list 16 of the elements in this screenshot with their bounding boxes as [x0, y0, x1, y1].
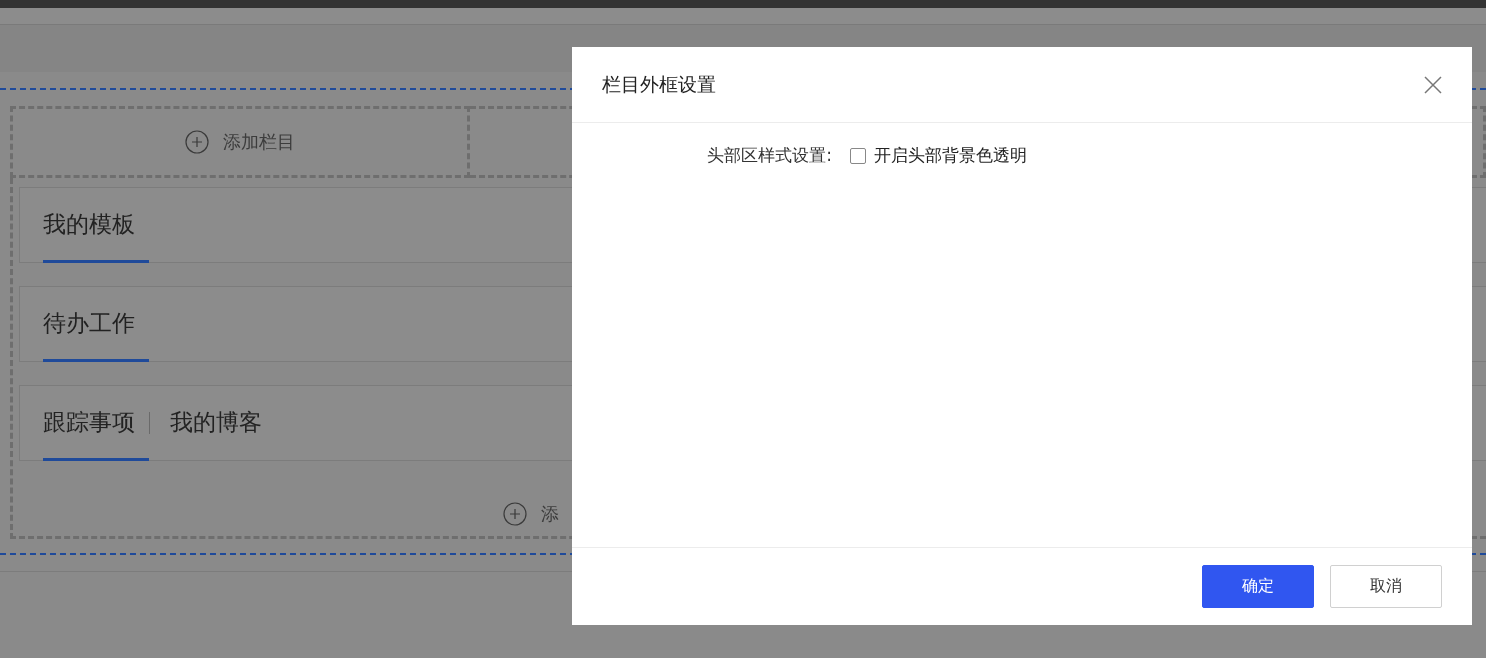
- column-tab[interactable]: 我的模板: [43, 188, 149, 263]
- checkbox-label[interactable]: 开启头部背景色透明: [874, 144, 1027, 167]
- plus-circle-icon: [185, 130, 209, 154]
- dialog-title: 栏目外框设置: [602, 71, 716, 97]
- column-tab[interactable]: 待办工作: [43, 287, 149, 362]
- cancel-button[interactable]: 取消: [1330, 565, 1442, 608]
- add-column-area[interactable]: 添加栏目: [10, 106, 470, 178]
- column-tab[interactable]: 跟踪事项: [43, 386, 149, 461]
- close-icon[interactable]: [1424, 75, 1442, 94]
- column-tab[interactable]: 我的博客: [170, 386, 262, 461]
- add-column-label: 添加栏目: [223, 130, 295, 154]
- checkbox[interactable]: [850, 147, 866, 164]
- plus-circle-icon: [503, 502, 527, 526]
- add-column-label[interactable]: 添: [541, 502, 559, 526]
- field-label: 头部区样式设置:: [706, 144, 833, 167]
- confirm-button[interactable]: 确定: [1202, 565, 1314, 608]
